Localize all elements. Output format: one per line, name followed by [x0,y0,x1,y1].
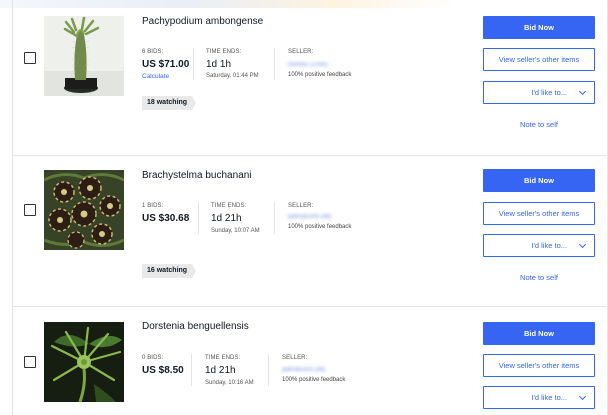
id-like-to-label: I'd like to... [531,393,567,402]
bid-now-button[interactable]: Bid Now [483,16,595,39]
watchlist-item: Pachypodium ambongense 6 BIDS: US $71.00… [13,0,608,155]
column-divider [268,354,269,386]
id-like-to-dropdown[interactable]: I'd like to... [483,386,595,409]
column-divider [274,202,275,234]
time-left: 1d 21h [205,365,236,376]
chevron-down-icon [578,87,587,96]
seller-label: SELLER: [288,49,314,55]
seller-feedback: 100% positive feedback [288,224,352,230]
item-thumbnail[interactable] [44,322,124,402]
column-divider [198,202,199,234]
item-title[interactable]: Dorstenia benguellensis [142,321,249,332]
id-like-to-dropdown[interactable]: I'd like to... [483,234,595,257]
seller-label: SELLER: [282,355,308,361]
note-to-self-link[interactable]: Note to self [483,120,595,129]
bid-count-label: 0 BIDS: [142,355,164,361]
id-like-to-dropdown[interactable]: I'd like to... [483,81,595,104]
bid-count-label: 6 BIDS: [142,49,164,55]
end-time: Sunday, 10:16 AM [205,380,254,386]
time-ends-label: TIME ENDS: [206,49,242,55]
column-divider [274,48,275,80]
bid-count-label: 1 BIDS: [142,203,164,209]
time-left: 1d 21h [211,213,242,224]
view-seller-items-button[interactable]: View seller's other items [483,48,595,71]
seller-feedback: 100% positive feedback [282,377,346,383]
calculate-shipping-link[interactable]: Calculate [142,73,169,80]
view-seller-items-button[interactable]: View seller's other items [483,354,595,377]
note-to-self-link[interactable]: Note to self [483,273,595,282]
item-title[interactable]: Brachystelma buchanani [142,170,252,181]
id-like-to-label: I'd like to... [531,88,567,97]
current-price: US $30.68 [142,213,190,224]
pachypodium-photo [44,16,124,96]
time-left: 1d 1h [206,59,232,70]
view-seller-items-button[interactable]: View seller's other items [483,202,595,225]
dorstenia-photo [44,322,124,402]
column-divider [193,48,194,80]
item-title[interactable]: Pachypodium ambongense [142,16,263,27]
seller-label: SELLER: [288,203,314,209]
select-checkbox[interactable] [24,204,36,216]
watching-count-badge: 16 watching [142,264,197,278]
seller-name-link[interactable]: dominic (1345) [288,62,328,68]
brachystelma-photo [44,170,124,250]
time-ends-label: TIME ENDS: [205,355,241,361]
chevron-down-icon [578,392,587,401]
watchlist-item: Brachystelma buchanani 1 BIDS: US $30.68… [13,156,608,306]
bid-now-button[interactable]: Bid Now [483,169,595,192]
time-ends-label: TIME ENDS: [211,203,247,209]
bid-now-button[interactable]: Bid Now [483,322,595,345]
id-like-to-label: I'd like to... [531,241,567,250]
seller-name-link[interactable]: palmai5303 (99) [282,367,325,373]
column-divider [191,354,192,386]
current-price: US $71.00 [142,59,190,70]
select-checkbox[interactable] [24,52,36,64]
end-time: Saturday, 01:44 PM [206,73,259,79]
watching-count-badge: 18 watching [142,96,197,110]
current-price: US $8.50 [142,365,184,376]
end-time: Sunday, 10:07 AM [211,228,260,234]
chevron-down-icon [578,240,587,249]
watchlist-item: Dorstenia benguellensis 0 BIDS: US $8.50… [13,307,608,415]
item-thumbnail[interactable] [44,16,124,96]
select-checkbox[interactable] [24,356,36,368]
seller-name-link[interactable]: palmai5303 (99) [288,214,331,220]
seller-feedback: 100% positive feedback [288,72,352,78]
item-thumbnail[interactable] [44,170,124,250]
